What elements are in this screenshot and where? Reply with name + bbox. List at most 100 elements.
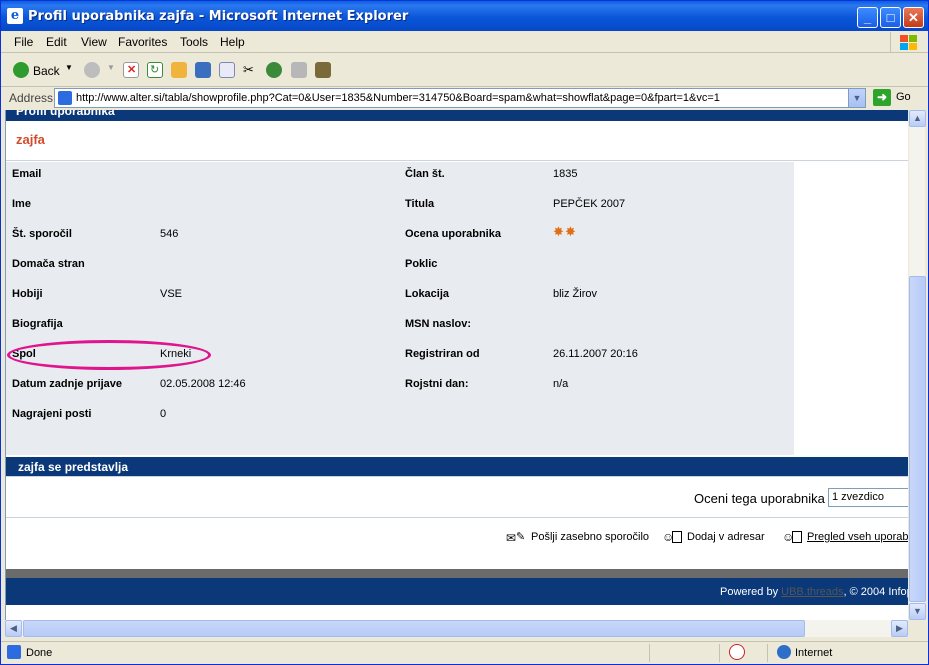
posts-list-icon: ☺ <box>782 530 804 544</box>
highlight-oval-annotation <box>7 340 211 370</box>
cut-icon[interactable]: ✂ <box>243 62 259 78</box>
back-button-label[interactable]: Back <box>33 64 60 78</box>
send-pm-label[interactable]: Pošlji zasebno sporočilo <box>531 531 649 543</box>
rate-user-label: Oceni tega uporabnika <box>694 491 825 506</box>
field-label-rating: Ocena uporabnika <box>405 228 501 240</box>
field-value-posts: 546 <box>160 228 179 240</box>
address-label: Address <box>9 91 54 105</box>
url-text[interactable]: http://www.alter.si/tabla/showprofile.ph… <box>76 92 720 104</box>
close-button[interactable]: ✕ <box>903 7 924 28</box>
research-icon[interactable] <box>315 62 331 78</box>
divider <box>6 476 908 477</box>
field-label-homepage: Domača stran <box>12 258 85 270</box>
back-arrow-icon[interactable] <box>13 62 29 78</box>
popup-blocked-icon[interactable] <box>729 644 745 660</box>
status-text: Done <box>26 647 53 659</box>
profile-username: zajfa <box>16 132 45 147</box>
go-arrow-icon[interactable]: ➜ <box>873 89 891 106</box>
powered-by-label: Powered by <box>720 586 779 598</box>
menu-file[interactable]: File <box>14 35 33 49</box>
field-label-email: Email <box>12 168 42 180</box>
field-label-bio: Biografija <box>12 318 63 330</box>
menu-view[interactable]: View <box>81 35 107 49</box>
toolbar: Back ▼ ▼ ✕ ↻ ✂ <box>1 54 928 87</box>
back-dropdown-icon[interactable]: ▼ <box>65 63 73 72</box>
send-pm-link[interactable]: ✉ ✎ Pošlji zasebno sporočilo <box>506 530 649 545</box>
star-icon: ✸ <box>565 224 576 239</box>
view-posts-label[interactable]: Pregled vseh uporab <box>807 531 908 543</box>
view-posts-link[interactable]: ☺ Pregled vseh uporab <box>782 530 908 544</box>
vertical-scroll-thumb[interactable] <box>909 276 926 602</box>
rate-user-select[interactable]: 1 zvezdico <box>828 488 908 507</box>
profile-header-bar: Profil uporabnika <box>6 110 908 121</box>
browser-window: e Profil uporabnika zajfa - Microsoft In… <box>0 0 929 665</box>
field-label-occupation: Poklic <box>405 258 438 270</box>
menu-help[interactable]: Help <box>220 35 245 49</box>
field-value-birthday: n/a <box>553 378 569 390</box>
field-label-location: Lokacija <box>405 288 450 300</box>
field-value-member-no: 1835 <box>553 168 578 180</box>
add-to-addressbook-link[interactable]: ☺ Dodaj v adresar <box>662 530 765 544</box>
page-viewport: Profil uporabnika zajfa Email Ime Št. sp… <box>5 110 908 620</box>
field-label-posts: Št. sporočil <box>12 228 72 240</box>
field-label-title: Titula <box>405 198 435 210</box>
page-footer: Powered by UBB.threads, © 2004 Infop <box>6 578 908 605</box>
menu-edit[interactable]: Edit <box>46 35 67 49</box>
field-value-awarded-posts: 0 <box>160 408 167 420</box>
field-value-registered: 26.11.2007 20:16 <box>553 348 638 360</box>
favorites-icon[interactable] <box>219 62 235 78</box>
field-label-last-login: Datum zadnje prijave <box>12 378 123 390</box>
forward-arrow-icon[interactable] <box>84 62 100 78</box>
field-label-member-no: Član št. <box>405 168 445 180</box>
scroll-left-icon[interactable]: ◀ <box>5 620 22 637</box>
maximize-button[interactable]: □ <box>880 7 901 28</box>
forward-dropdown-icon[interactable]: ▼ <box>107 63 115 72</box>
home-icon[interactable] <box>171 62 187 78</box>
footer-separator <box>6 569 908 578</box>
horizontal-scrollbar[interactable]: ◀ ▶ <box>5 620 908 637</box>
profile-header-title: Profil uporabnika <box>16 110 115 118</box>
scroll-down-icon[interactable]: ▼ <box>909 603 926 620</box>
address-book-icon: ☺ <box>662 530 684 544</box>
history-icon[interactable] <box>266 62 282 78</box>
zone-label: Internet <box>795 647 833 659</box>
user-rating-stars: ✸✸ <box>553 224 577 239</box>
address-dropdown-icon[interactable]: ▼ <box>848 89 865 107</box>
intro-section-bar: zajfa se predstavlja <box>6 457 908 476</box>
stop-icon[interactable]: ✕ <box>123 62 139 78</box>
page-icon <box>58 91 72 105</box>
go-button-label[interactable]: Go <box>896 91 911 103</box>
footer-text: Powered by UBB.threads, © 2004 Infop <box>720 586 908 598</box>
field-value-location: bliz Žirov <box>553 288 598 300</box>
profile-info-panel: Email Ime Št. sporočil 546 Domača stran … <box>6 162 794 455</box>
scroll-right-icon[interactable]: ▶ <box>891 620 908 637</box>
minimize-button[interactable]: _ <box>857 7 878 28</box>
field-label-birthday: Rojstni dan: <box>405 378 469 390</box>
status-divider <box>767 644 768 662</box>
star-icon: ✸ <box>553 224 564 239</box>
field-label-name: Ime <box>12 198 31 210</box>
add-to-addressbook-label[interactable]: Dodaj v adresar <box>687 531 765 543</box>
menu-favorites[interactable]: Favorites <box>118 35 167 49</box>
vertical-scrollbar[interactable]: ▲ ▼ <box>908 110 926 620</box>
field-label-msn: MSN naslov: <box>405 318 472 330</box>
status-divider <box>649 644 650 662</box>
field-value-last-login: 02.05.2008 12:46 <box>160 378 246 390</box>
refresh-icon[interactable]: ↻ <box>147 62 163 78</box>
page-status-icon <box>7 645 21 659</box>
menu-bar: File Edit View Favorites Tools Help <box>1 31 928 53</box>
ubb-threads-link[interactable]: UBB.threads <box>781 586 843 598</box>
globe-icon <box>777 645 791 659</box>
field-label-hobbies: Hobiji <box>12 288 43 300</box>
scroll-up-icon[interactable]: ▲ <box>909 110 926 127</box>
title-bar[interactable]: e Profil uporabnika zajfa - Microsoft In… <box>1 1 928 31</box>
menu-tools[interactable]: Tools <box>180 35 208 49</box>
horizontal-scroll-thumb[interactable] <box>23 620 805 637</box>
address-field[interactable]: http://www.alter.si/tabla/showprofile.ph… <box>54 88 866 108</box>
field-value-title: PEPČEK 2007 <box>553 198 626 210</box>
divider <box>6 517 908 518</box>
ie-icon: e <box>7 8 23 24</box>
print-icon[interactable] <box>291 62 307 78</box>
send-message-icon: ✉ ✎ <box>506 531 526 545</box>
search-icon[interactable] <box>195 62 211 78</box>
